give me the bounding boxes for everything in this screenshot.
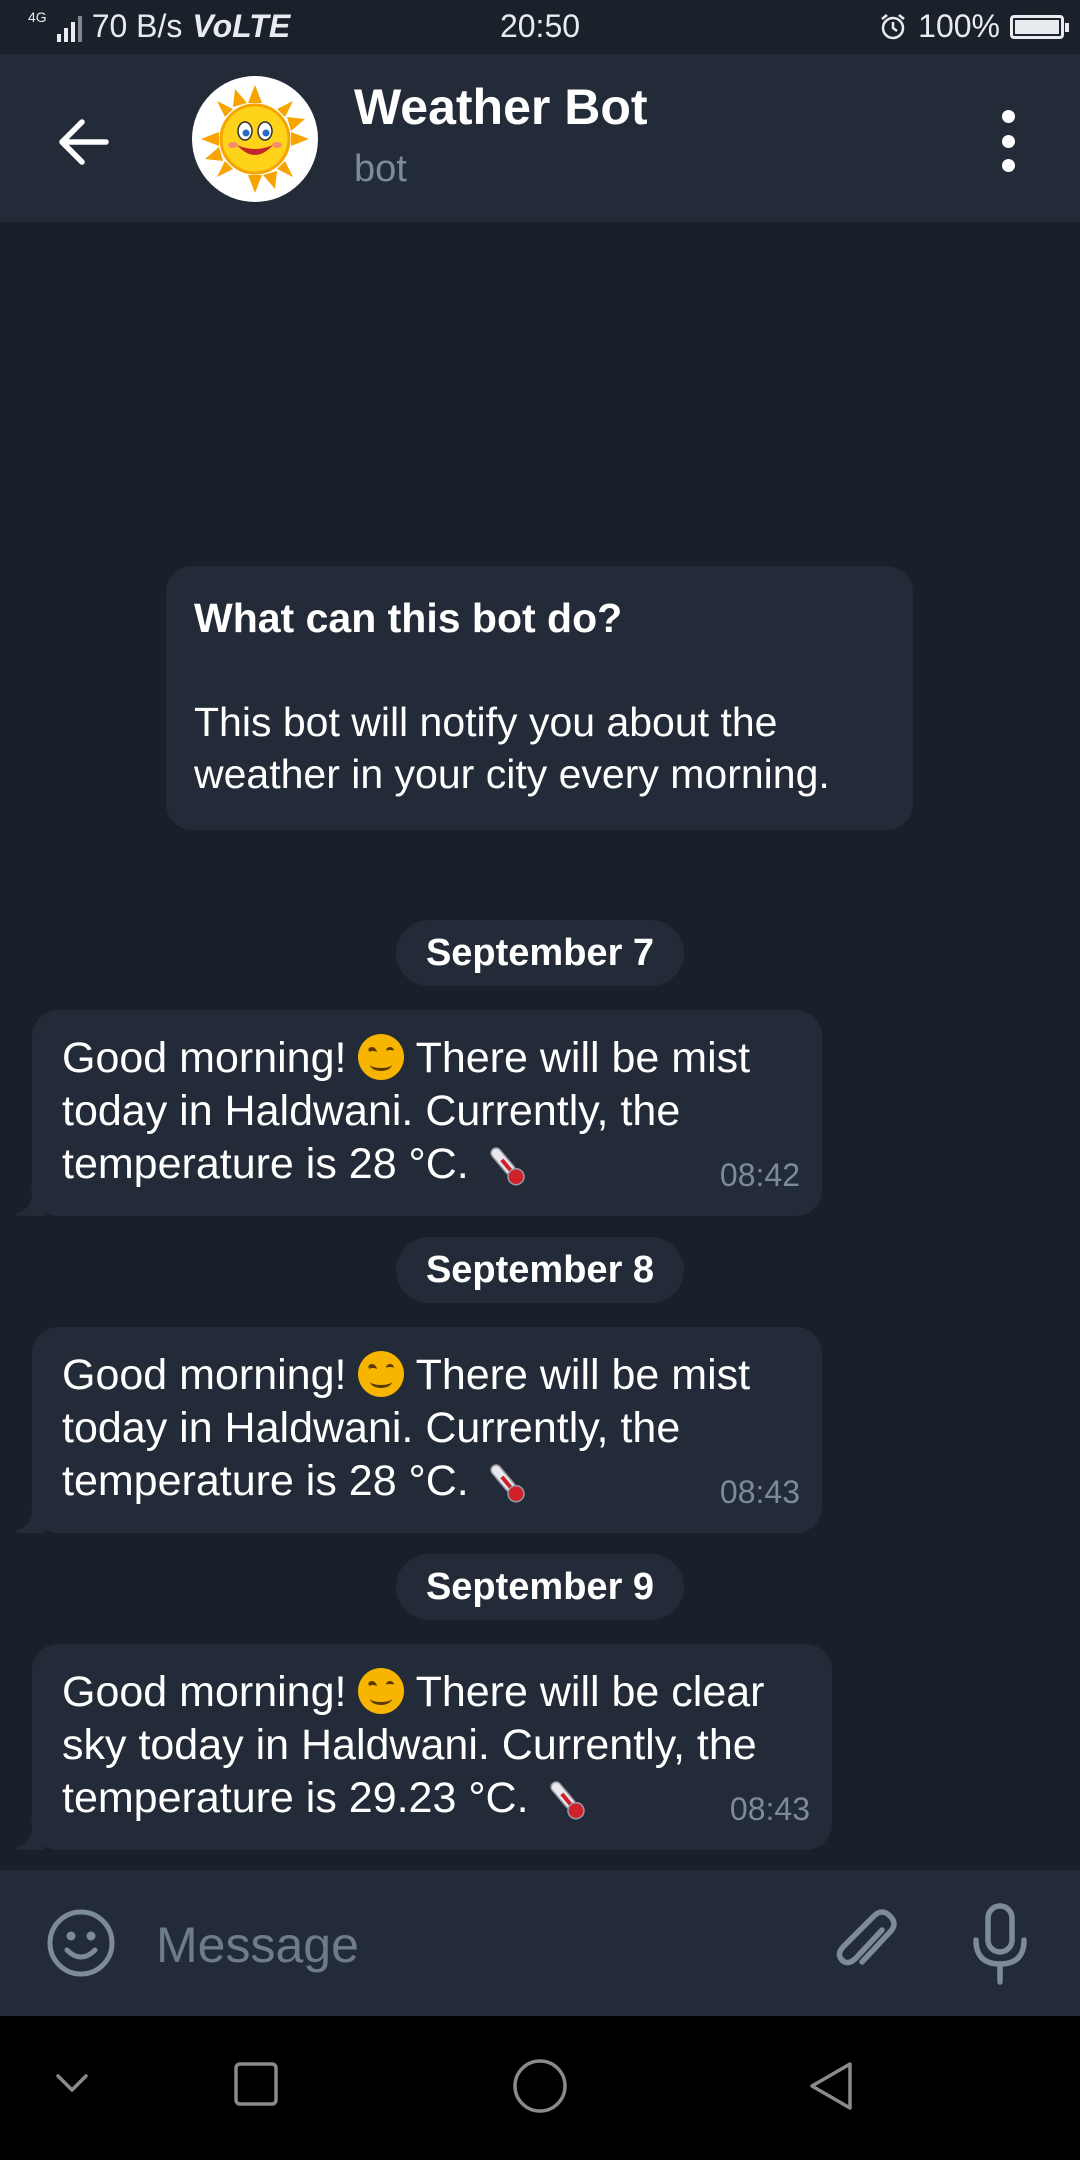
circle-home-icon[interactable] xyxy=(510,2056,570,2116)
alarm-icon xyxy=(881,13,905,39)
battery-icon xyxy=(1010,14,1069,39)
chevron-down-icon[interactable] xyxy=(52,2062,92,2102)
paperclip-icon[interactable] xyxy=(830,1906,902,1982)
chat-area[interactable]: What can this bot do? This bot will noti… xyxy=(0,222,1080,1870)
bubble-tail xyxy=(14,1820,44,1850)
bot-info-card: What can this bot do? This bot will noti… xyxy=(166,566,913,830)
message-time: 08:43 xyxy=(719,1474,800,1510)
chat-header: Weather Bot bot xyxy=(0,54,1080,222)
message-text-start: Good morning! xyxy=(62,1034,347,1082)
smiling-face-emoji-icon xyxy=(358,1351,405,1397)
message-bubble[interactable]: Good morning! There will be mist today i… xyxy=(14,1327,822,1533)
microphone-icon[interactable] xyxy=(964,1902,1036,1986)
message-time: 08:43 xyxy=(729,1791,810,1827)
triangle-back-icon[interactable] xyxy=(804,2058,858,2114)
bubble-tail xyxy=(14,1186,44,1216)
bot-info-description: This bot will notify you about the weath… xyxy=(194,699,830,797)
thermometer-emoji-icon xyxy=(490,1464,525,1503)
smiling-face-emoji-icon xyxy=(358,1668,405,1714)
date-separator: September 7 xyxy=(396,920,684,986)
message-input[interactable] xyxy=(156,1910,776,1980)
message-bubble[interactable]: Good morning! There will be clear sky to… xyxy=(14,1644,832,1850)
chat-subtitle: bot xyxy=(354,148,407,190)
arrow-left-icon[interactable] xyxy=(50,108,118,176)
status-right: 100% xyxy=(878,8,1069,45)
message-time: 08:42 xyxy=(719,1157,800,1193)
thermometer-emoji-icon xyxy=(490,1147,525,1186)
smiling-sun-icon[interactable] xyxy=(192,76,318,202)
chat-title[interactable]: Weather Bot xyxy=(354,78,648,136)
battery-percent: 100% xyxy=(918,8,1000,44)
emoji-icon[interactable] xyxy=(46,1908,116,1978)
bubble-tail xyxy=(14,1503,44,1533)
message-text-start: Good morning! xyxy=(62,1351,347,1399)
date-separator: September 9 xyxy=(396,1554,684,1620)
square-recents-icon[interactable] xyxy=(232,2060,280,2108)
thermometer-emoji-icon xyxy=(549,1781,585,1820)
message-input-bar xyxy=(0,1870,1080,2016)
bot-info-question: What can this bot do? xyxy=(194,595,623,641)
message-text-start: Good morning! xyxy=(62,1668,347,1716)
status-bar: 4G 70 B/s VoLTE 20:50 100% xyxy=(0,0,1080,54)
message-bubble[interactable]: Good morning! There will be mist today i… xyxy=(14,1010,822,1216)
more-vertical-icon[interactable] xyxy=(990,110,1026,172)
system-navigation-bar xyxy=(0,2016,1080,2160)
date-separator: September 8 xyxy=(396,1237,684,1303)
smiling-face-emoji-icon xyxy=(358,1034,405,1080)
